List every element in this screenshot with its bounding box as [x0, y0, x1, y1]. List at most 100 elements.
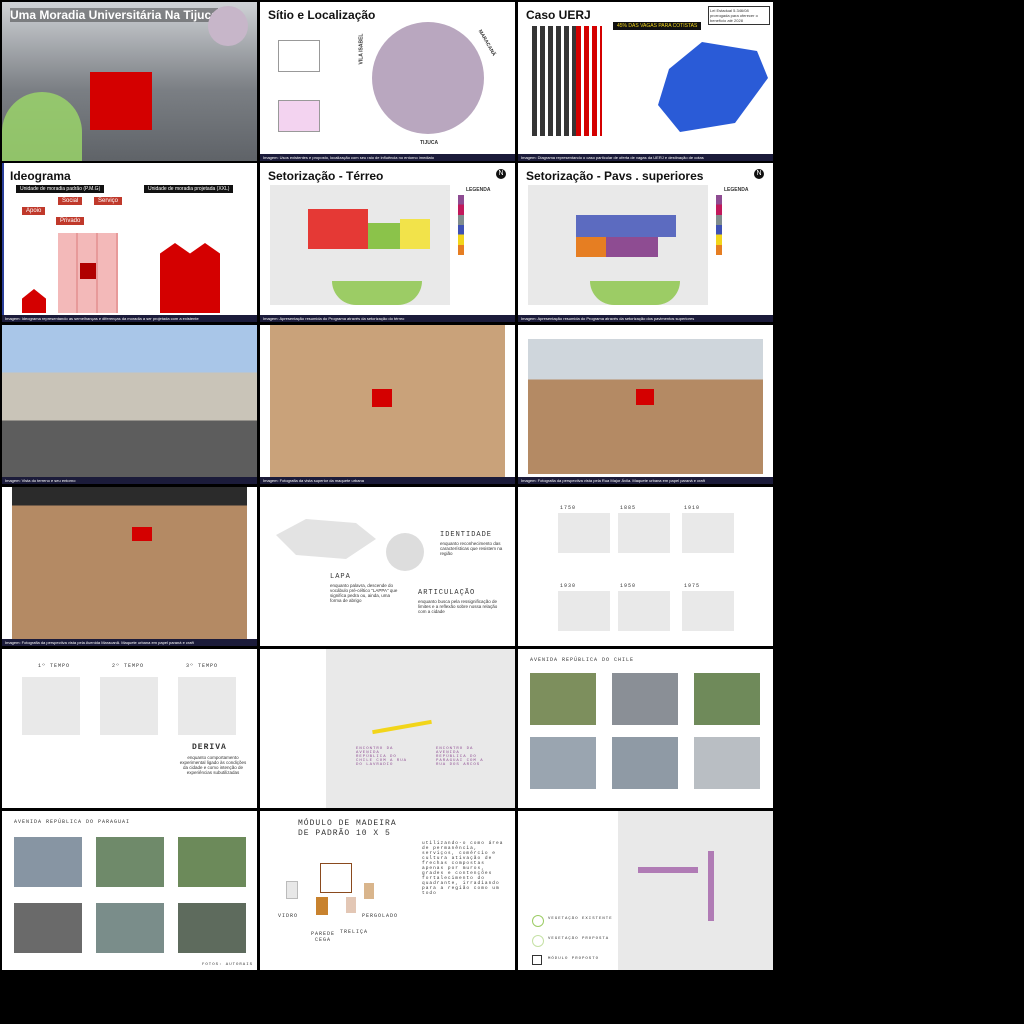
zone-yellow — [400, 219, 430, 249]
slide-grid: Uma Moradia Universitária Na Tijuca Síti… — [0, 0, 774, 972]
slide-caso-uerj[interactable]: Caso UERJ 45% DAS VAGAS PARA COTISTAS Le… — [518, 2, 773, 161]
part-glass — [286, 881, 298, 899]
north-icon: N — [754, 169, 764, 179]
unit-highlight — [80, 263, 96, 279]
slide-vista-terreno[interactable]: Imagem: Vista do terreno e seu entorno — [2, 325, 257, 484]
description: utilizando-o como área de permanência, s… — [422, 841, 504, 896]
slide-evolucao-urbana[interactable]: 1750 1885 1910 1930 1950 1975 — [518, 487, 773, 646]
header-2: 2º TEMPO — [112, 663, 145, 669]
articulacao-title: ARTICULAÇÃO — [418, 589, 476, 597]
photo-6 — [178, 903, 246, 953]
law-note: Lei Estadual 5.346/08 prorrogada para of… — [708, 6, 770, 25]
tag-social: Social — [58, 197, 83, 205]
slide-setorizacao-terreo[interactable]: Setorização - Térreo N LEGENDA Imagem: A… — [260, 163, 515, 322]
zone-green — [368, 223, 400, 249]
slide-title: Setorização - Térreo — [268, 169, 384, 183]
slide-av-paraguai[interactable]: AVENIDA REPÚBLICA DO PARAGUAI FOTOS: AUT… — [2, 811, 257, 970]
legend-swatches — [458, 195, 464, 255]
diagram-1 — [22, 677, 80, 735]
photo-4 — [14, 903, 82, 953]
year-5: 1950 — [620, 583, 637, 589]
photo-1 — [530, 673, 596, 725]
label-maracana: MARACANÃ — [476, 28, 497, 58]
slide-identidade[interactable]: IDENTIDADE enquanto reconhecimento das c… — [260, 487, 515, 646]
slide-maquete-perspectiva[interactable]: Imagem: Fotografia da perspectiva vista … — [518, 325, 773, 484]
legend-swatches — [716, 195, 722, 255]
caption: Imagem: Apresentação resumida do Program… — [518, 315, 773, 322]
slide-av-chile[interactable]: AVENIDA REPÚBLICA DO CHILE — [518, 649, 773, 808]
footer: FOTOS: AUTORAIS — [202, 963, 254, 967]
label-trelica: TRELIÇA — [340, 929, 369, 935]
legend-title: LEGENDA — [466, 187, 491, 193]
diagram-3 — [178, 677, 236, 735]
photo-6 — [694, 737, 760, 789]
caption: Imagem: Fotografia da vista superior da … — [260, 477, 515, 484]
part-pergola — [364, 883, 374, 899]
map-1 — [558, 513, 610, 553]
label-a: ENCONTRO DA AVENIDA REPÚBLICA DO CHILE C… — [356, 747, 408, 767]
identidade-title: IDENTIDADE — [440, 531, 493, 539]
project-block — [636, 389, 654, 405]
articulacao-text: enquanto busca pela ressignificação de l… — [418, 599, 498, 614]
street-photo — [2, 325, 257, 484]
slide-modulo-madeira[interactable]: MÓDULO DE MADEIRA DE PADRÃO 10 X 5 utili… — [260, 811, 515, 970]
slide-title: Sítio e Localização — [268, 8, 376, 22]
legend-existing — [532, 915, 544, 927]
legend-label-1: VEGETAÇÃO EXISTENTE — [548, 917, 613, 921]
legend-module — [532, 955, 542, 965]
photo-4 — [530, 737, 596, 789]
caption: Imagem: Fotografia da perspectiva vista … — [2, 639, 257, 646]
diagram-a — [278, 40, 320, 72]
slide-ideograma[interactable]: Ideograma Unidade de moradia padrão (P.M… — [2, 163, 257, 322]
slide-maquete-superior[interactable]: Imagem: Fotografia da vista superior da … — [260, 325, 515, 484]
state-map — [658, 42, 768, 132]
diagram-2 — [100, 677, 158, 735]
project-volume — [90, 72, 152, 130]
proposal-map — [618, 811, 773, 970]
locator-circle — [208, 6, 248, 46]
slide-setorizacao-pavs[interactable]: Setorização - Pavs . superiores N LEGEND… — [518, 163, 773, 322]
slide-maquete-maracana[interactable]: Imagem: Fotografia da perspectiva vista … — [2, 487, 257, 646]
deriva-text: enquanto comportamento experimental liga… — [179, 755, 247, 775]
deriva-title: DERIVA — [192, 743, 227, 752]
year-4: 1930 — [560, 583, 577, 589]
photo-1 — [14, 837, 82, 887]
zone-blue — [576, 215, 676, 237]
slide-proposta[interactable]: VEGETAÇÃO EXISTENTE VEGETAÇÃO PROPOSTA M… — [518, 811, 773, 970]
label-vila-isabel: VILA ISABEL — [358, 33, 365, 65]
year-3: 1910 — [684, 505, 701, 511]
model-photo — [12, 487, 247, 642]
slide-moradia[interactable]: Uma Moradia Universitária Na Tijuca — [2, 2, 257, 161]
section-title: AVENIDA REPÚBLICA DO PARAGUAI — [14, 819, 131, 825]
label-tijuca: TIJUCA — [420, 140, 439, 146]
lapa-circle — [386, 533, 424, 571]
tag-servico: Serviço — [94, 197, 123, 205]
legend-label-2: VEGETAÇÃO PROPOSTA — [548, 937, 610, 941]
section-title: AVENIDA REPÚBLICA DO CHILE — [530, 657, 635, 663]
project-block — [372, 389, 392, 407]
zone-red — [308, 209, 368, 249]
zone-orange — [576, 237, 606, 257]
people-grid-red — [576, 26, 602, 136]
header-3: 3º TEMPO — [186, 663, 219, 669]
tag-privado: Privado — [56, 217, 85, 225]
map-4 — [558, 591, 610, 631]
slide-encontros[interactable]: ENCONTRO DA AVENIDA REPÚBLICA DO CHILE C… — [260, 649, 515, 808]
city-silhouette — [276, 519, 376, 559]
caption: Imagem: Ideograma representando as semel… — [2, 315, 257, 322]
slide-deriva[interactable]: 1º TEMPO 2º TEMPO 3º TEMPO DERIVA enquan… — [2, 649, 257, 808]
model-photo — [528, 339, 763, 474]
photo-2 — [96, 837, 164, 887]
part-lattice — [346, 897, 356, 913]
header-1: 1º TEMPO — [38, 663, 71, 669]
slide-sitio[interactable]: Sítio e Localização VILA ISABEL MARACANÃ… — [260, 2, 515, 161]
map-2 — [618, 513, 670, 553]
heading-projected: Unidade de moradia projetada (XXL) — [144, 185, 234, 193]
north-icon: N — [496, 169, 506, 179]
module-axis — [708, 851, 714, 921]
slide-title: Caso UERJ — [526, 8, 591, 22]
legend-title: LEGENDA — [724, 187, 749, 193]
diagram-b — [278, 100, 320, 132]
label-parede: PAREDE CEGA — [310, 931, 335, 943]
part-wall — [316, 897, 328, 915]
